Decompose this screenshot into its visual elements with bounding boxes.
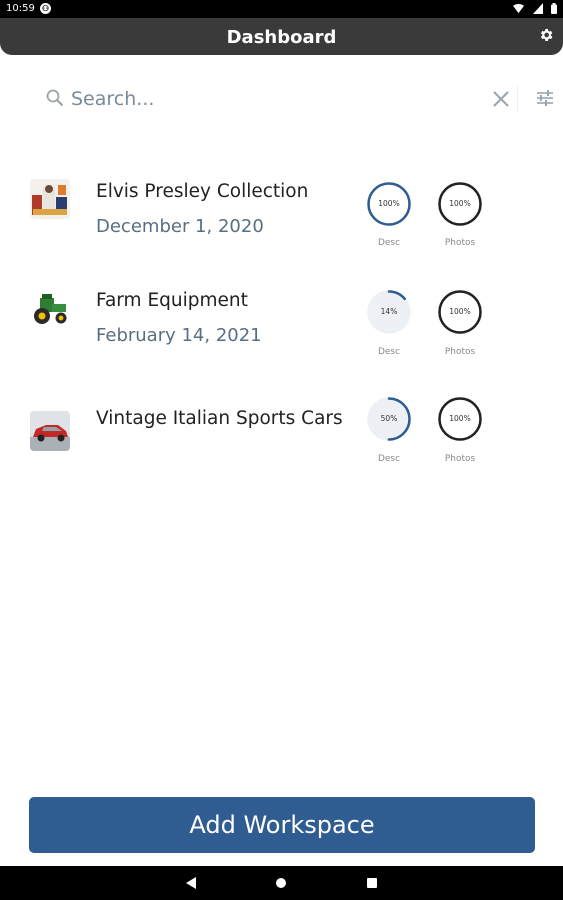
tractor-thumbnail [30,288,70,328]
search-input[interactable] [71,86,471,112]
workspace-row[interactable]: Farm Equipment February 14, 2021 14% Des… [0,262,563,362]
search-bar [37,80,553,118]
status-icons [509,3,557,15]
collection-thumbnail [30,179,70,219]
photos-progress-ring: 100% [437,289,483,335]
app-notification-icon: ⚇ [40,3,51,14]
status-bar: 10:59 ⚇ [0,0,563,18]
desc-progress-ring: 100% [366,181,412,227]
photos-label: Photos [444,238,476,248]
workspace-title: Farm Equipment [96,290,248,311]
search-icon [46,89,63,106]
workspace-title: Vintage Italian Sports Cars [96,408,343,429]
workspace-date: December 1, 2020 [96,216,264,237]
workspace-date: February 14, 2021 [96,325,262,346]
desc-progress-text: 50% [380,414,398,423]
photos-label: Photos [444,454,476,464]
workspace-title: Elvis Presley Collection [96,181,309,202]
page-title: Dashboard [226,27,337,48]
cell-signal-icon [532,3,543,14]
car-thumbnail [30,411,70,451]
photos-progress-ring: 100% [437,396,483,442]
recents-square-icon[interactable] [367,878,377,888]
desc-label: Desc [377,238,401,248]
status-time: 10:59 [6,3,35,14]
desc-progress-ring: 50% [366,396,412,442]
dashboard-screen: Dashboard Search... Elvis Presley Collec… [0,18,563,866]
battery-icon [551,3,557,14]
photos-label: Photos [444,347,476,357]
photos-progress-text: 100% [449,414,471,423]
desc-progress-text: 14% [380,307,398,316]
photos-progress-text: 100% [449,199,471,208]
desc-label: Desc [377,347,401,357]
desc-progress-text: 100% [378,199,400,208]
add-workspace-button[interactable]: Add Workspace [29,797,535,853]
app-bar: Dashboard [0,18,563,55]
desc-label: Desc [377,454,401,464]
home-circle-icon[interactable] [276,878,286,888]
workspace-row[interactable]: Vintage Italian Sports Cars 50% Desc 100… [0,370,563,470]
back-triangle-icon[interactable] [186,877,196,889]
sliders-icon[interactable] [535,88,555,108]
system-nav-bar [0,866,563,900]
desc-progress-ring: 14% [366,289,412,335]
wifi-icon [513,3,525,14]
search-divider [517,86,518,112]
photos-progress-ring: 100% [437,181,483,227]
photos-progress-text: 100% [449,307,471,316]
gear-icon[interactable] [538,27,554,43]
close-icon[interactable] [490,88,512,110]
workspace-row[interactable]: Elvis Presley Collection December 1, 202… [0,153,563,253]
